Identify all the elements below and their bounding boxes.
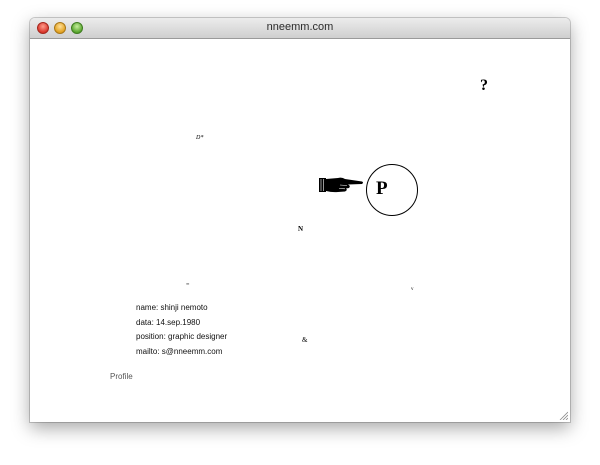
page-content: ? D* N = v & P name: shinji nemoto data:…	[30, 39, 570, 422]
resize-grip-icon[interactable]	[558, 410, 568, 420]
scattered-glyph-v: v	[411, 287, 414, 292]
question-mark-link[interactable]: ?	[480, 78, 488, 94]
profile-link[interactable]: Profile	[110, 372, 133, 381]
window-title: nneemm.com	[266, 21, 334, 33]
title-bar[interactable]: nneemm.com	[30, 18, 570, 39]
browser-window: nneemm.com ? D* N = v & P name: shinji n…	[30, 18, 570, 422]
profile-date: data: 14.sep.1980	[136, 317, 201, 327]
scattered-glyph-ampersand: &	[302, 336, 308, 344]
circle-button-letter: P	[376, 178, 388, 199]
profile-mailto-link[interactable]: mailto: s@nneemm.com	[136, 345, 227, 360]
profile-details: name: shinji nemoto data: 14.sep.1980 po…	[136, 301, 227, 359]
pointing-hand-icon	[319, 177, 363, 193]
scattered-glyph-n: N	[298, 225, 304, 233]
scattered-glyph-dash: =	[186, 282, 190, 288]
profile-position: position: graphic designer	[136, 332, 228, 341]
profile-name: name: shinji nemoto	[136, 303, 208, 312]
scattered-glyph-d-star: D*	[196, 135, 204, 141]
profile-circle-button[interactable]: P	[366, 164, 418, 216]
